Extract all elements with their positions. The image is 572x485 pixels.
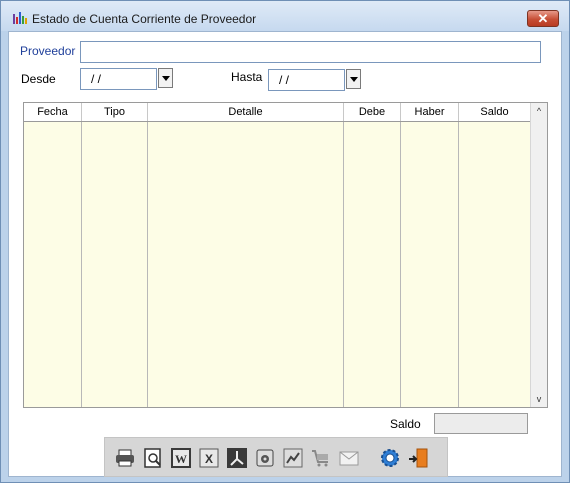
column-header-debe[interactable]: Debe xyxy=(344,103,401,121)
hasta-label: Hasta xyxy=(231,70,263,84)
column-header-saldo[interactable]: Saldo xyxy=(459,103,530,121)
column-detalle xyxy=(148,122,344,407)
mail-icon xyxy=(339,451,359,466)
window: Estado de Cuenta Corriente de Proveedor … xyxy=(0,0,570,483)
pdf-export-button[interactable] xyxy=(225,446,249,470)
desde-date-field[interactable]: / / xyxy=(80,68,157,90)
title-bar: Estado de Cuenta Corriente de Proveedor … xyxy=(1,1,569,31)
word-export-button[interactable]: W xyxy=(169,446,193,470)
window-title: Estado de Cuenta Corriente de Proveedor xyxy=(32,12,257,26)
grid-header: Fecha Tipo Detalle Debe Haber Saldo xyxy=(24,103,530,122)
proveedor-label: Proveedor xyxy=(20,44,76,58)
svg-text:W: W xyxy=(175,452,187,466)
client-area: Proveedor Desde / / Hasta / / Fecha Tipo… xyxy=(8,31,562,477)
grid-vertical-scrollbar[interactable]: ^ v xyxy=(530,103,547,407)
proveedor-input[interactable] xyxy=(80,41,541,63)
preview-button[interactable] xyxy=(141,446,165,470)
excel-export-button[interactable]: X xyxy=(197,446,221,470)
exit-icon xyxy=(409,448,428,468)
chart-app-icon xyxy=(13,12,27,24)
desde-dropdown-button[interactable] xyxy=(158,68,173,88)
chart-button[interactable] xyxy=(281,446,305,470)
pdf-icon xyxy=(227,448,247,468)
cart-icon xyxy=(312,450,328,467)
column-fecha xyxy=(24,122,82,407)
movements-grid[interactable]: Fecha Tipo Detalle Debe Haber Saldo ^ v xyxy=(23,102,548,408)
preview-icon xyxy=(144,448,161,468)
chart-icon xyxy=(283,448,303,468)
excel-icon: X xyxy=(199,448,219,468)
column-header-detalle[interactable]: Detalle xyxy=(148,103,344,121)
desde-label: Desde xyxy=(21,72,56,86)
saldo-field xyxy=(434,413,528,434)
disk-icon xyxy=(256,449,274,467)
column-header-haber[interactable]: Haber xyxy=(401,103,459,121)
print-button[interactable] xyxy=(113,446,137,470)
settings-icon xyxy=(381,449,399,467)
hasta-date-field[interactable]: / / xyxy=(268,69,345,91)
hasta-dropdown-button[interactable] xyxy=(346,69,361,89)
svg-text:X: X xyxy=(205,452,213,466)
column-haber xyxy=(401,122,459,407)
scroll-down-icon[interactable]: v xyxy=(534,394,544,404)
scroll-up-icon[interactable]: ^ xyxy=(534,106,544,116)
cart-button[interactable] xyxy=(309,446,333,470)
column-header-tipo[interactable]: Tipo xyxy=(82,103,148,121)
print-icon xyxy=(116,449,134,467)
settings-button[interactable] xyxy=(378,446,402,470)
close-button[interactable]: ✕ xyxy=(527,10,559,27)
saldo-label: Saldo xyxy=(390,417,421,431)
column-tipo xyxy=(82,122,148,407)
toolbar: W X xyxy=(104,437,448,477)
close-icon: ✕ xyxy=(537,11,549,26)
exit-button[interactable] xyxy=(406,446,430,470)
mail-button[interactable] xyxy=(337,446,361,470)
column-debe xyxy=(344,122,401,407)
column-header-fecha[interactable]: Fecha xyxy=(24,103,82,121)
word-icon: W xyxy=(171,448,191,468)
save-disk-button[interactable] xyxy=(253,446,277,470)
